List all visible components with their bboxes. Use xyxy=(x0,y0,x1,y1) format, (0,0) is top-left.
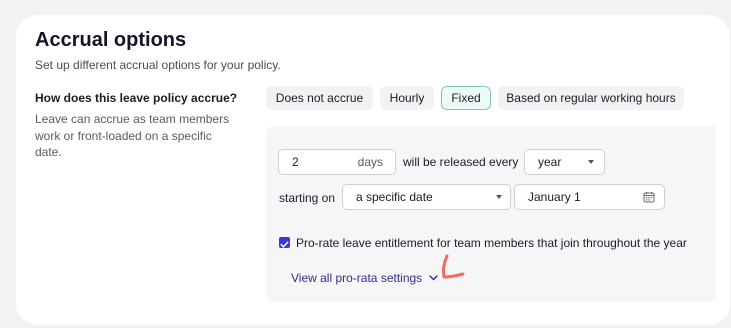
view-prorata-settings-link[interactable]: View all pro-rata settings xyxy=(291,271,438,285)
chevron-down-icon xyxy=(496,195,502,199)
period-select[interactable]: year xyxy=(524,149,605,175)
released-text: will be released every xyxy=(403,155,519,169)
chevron-down-icon xyxy=(588,160,594,164)
view-prorata-settings-label: View all pro-rata settings xyxy=(291,271,423,285)
accrual-question-label: How does this leave policy accrue? xyxy=(35,91,238,105)
option-regular-working-hours[interactable]: Based on regular working hours xyxy=(498,86,684,110)
amount-unit: days xyxy=(357,155,383,169)
page-subtitle: Set up different accrual options for you… xyxy=(35,58,281,72)
amount-input[interactable]: 2 days xyxy=(278,149,396,175)
prorate-checkbox[interactable] xyxy=(279,237,290,248)
start-mode-select[interactable]: a specific date xyxy=(342,184,511,210)
chevron-down-icon xyxy=(428,275,438,281)
option-hourly[interactable]: Hourly xyxy=(380,86,434,110)
option-fixed[interactable]: Fixed xyxy=(441,86,491,110)
accrual-question-help: Leave can accrue as team members work or… xyxy=(35,112,230,159)
checkmark-icon xyxy=(280,241,289,248)
starting-text: starting on xyxy=(279,191,336,205)
start-mode-value: a specific date xyxy=(356,190,433,204)
date-value: January 1 xyxy=(528,190,581,204)
page-title: Accrual options xyxy=(35,29,187,51)
prorate-label: Pro-rate leave entitlement for team memb… xyxy=(296,236,687,250)
period-value: year xyxy=(538,155,562,169)
amount-value: 2 xyxy=(292,155,299,169)
date-input[interactable]: January 1 xyxy=(514,184,665,210)
calendar-icon[interactable] xyxy=(643,191,655,206)
annotation-arrow-icon xyxy=(441,254,465,279)
option-does-not-accrue[interactable]: Does not accrue xyxy=(266,86,373,110)
